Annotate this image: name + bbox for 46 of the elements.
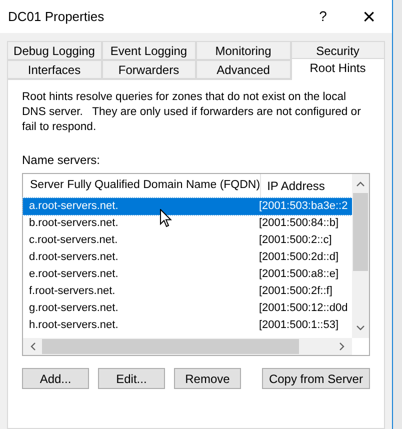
ip-cell-text: [2001:500:12::d0d — [258, 301, 349, 316]
server-row[interactable]: a.root-servers.net. [2001:503:ba3e::2 — [23, 198, 352, 215]
window-title: DC01 Properties — [8, 8, 106, 26]
ip-cell-text: [2001:500:2::c] — [258, 233, 333, 248]
tab[interactable]: Forwarders — [102, 60, 196, 79]
server-row[interactable]: g.root-servers.net. [2001:500:12::d0d — [23, 300, 352, 317]
ip-cell-text: [2001:500:2d::d] — [258, 250, 340, 266]
fqdn-cell-text: f.root-servers.net. — [29, 284, 116, 300]
fqdn-cell-text: a.root-servers.net. — [29, 199, 118, 214]
fqdn-cell-text: b.root-servers.net. — [29, 216, 118, 232]
server-row[interactable]: h.root-servers.net. [2001:500:1::53] — [23, 317, 352, 334]
ip-cell-text: [2001:500:1::53] — [258, 318, 340, 334]
tab[interactable]: Root Hints — [290, 58, 385, 80]
dialog-button[interactable]: Copy from Server — [262, 368, 370, 389]
close-button[interactable]: × — [346, 0, 392, 33]
dialog-button[interactable]: Add... — [22, 368, 89, 389]
fqdn-cell-text: d.root-servers.net. — [29, 250, 118, 266]
tab[interactable]: Advanced — [196, 60, 290, 79]
scrollbar-thumb[interactable] — [42, 339, 299, 354]
tab[interactable]: Monitoring — [196, 41, 290, 60]
dialog-button[interactable]: Remove — [174, 368, 241, 389]
tab[interactable]: Event Logging — [102, 41, 196, 60]
vertical-scrollbar[interactable] — [352, 174, 369, 338]
tab[interactable]: Debug Logging — [7, 41, 102, 60]
ip-cell-text: [2001:500:2f::f] — [258, 284, 334, 300]
horizontal-scrollbar[interactable] — [23, 338, 352, 355]
ip-cell-text: [2001:500:a8::e] — [258, 267, 340, 282]
fqdn-cell-text: h.root-servers.net. — [29, 318, 118, 334]
tab[interactable]: Interfaces — [7, 60, 102, 79]
server-row[interactable]: b.root-servers.net. [2001:500:84::b] — [23, 215, 352, 232]
fqdn-cell-text: g.root-servers.net. — [29, 301, 118, 316]
fqdn-cell-text: c.root-servers.net. — [29, 233, 118, 248]
fqdn-cell-text: e.root-servers.net. — [29, 267, 118, 282]
server-row[interactable]: e.root-servers.net. [2001:500:a8::e] — [23, 266, 352, 283]
ip-cell-text: [2001:500:84::b] — [258, 216, 340, 232]
mouse-pointer-icon — [160, 209, 172, 228]
scrollbar-thumb[interactable] — [353, 193, 368, 271]
server-row[interactable]: c.root-servers.net. [2001:500:2::c] — [23, 232, 352, 249]
server-row[interactable]: d.root-servers.net. [2001:500:2d::d] — [23, 249, 352, 266]
server-row[interactable]: f.root-servers.net. [2001:500:2f::f] — [23, 283, 352, 300]
dialog-button[interactable]: Edit... — [98, 368, 165, 389]
column-header[interactable]: IP Address — [261, 174, 352, 198]
description-text: Root hints resolve queries for zones that do not exist on the local DNS server. They are only used if forwarders are not configured or fail to respond. — [22, 90, 362, 135]
help-button[interactable]: ? — [300, 0, 346, 33]
ip-cell-text: [2001:503:ba3e::2 — [258, 199, 349, 214]
list-label: Name servers: — [22, 152, 102, 169]
